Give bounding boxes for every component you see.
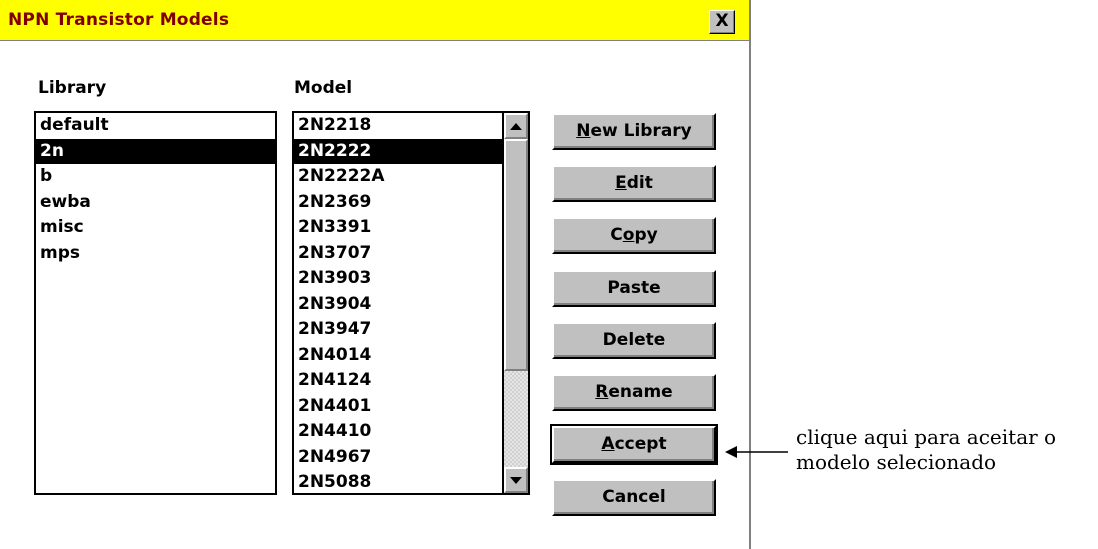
model-list-item[interactable]: 2N2222 xyxy=(294,138,528,164)
rename-label: ename xyxy=(608,382,673,402)
library-listbox[interactable]: default 2n b ewba misc mps xyxy=(34,111,277,495)
npn-transistor-models-dialog: NPN Transistor Models X Library Model de… xyxy=(0,0,751,549)
scroll-up-button[interactable] xyxy=(504,113,528,139)
model-list-item[interactable]: 2N4967 xyxy=(294,445,528,471)
left-arrow-icon xyxy=(725,446,788,458)
delete-button[interactable]: Delete xyxy=(552,322,716,359)
model-list-item[interactable]: 2N3904 xyxy=(294,292,528,318)
scroll-thumb[interactable] xyxy=(504,139,528,371)
dialog-title: NPN Transistor Models xyxy=(8,10,230,30)
library-list-item[interactable]: mps xyxy=(36,241,275,267)
model-list-item[interactable]: 2N3903 xyxy=(294,266,528,292)
close-icon: X xyxy=(715,11,729,31)
model-heading: Model xyxy=(294,78,353,98)
title-bar: NPN Transistor Models X xyxy=(0,0,749,41)
edit-label: dit xyxy=(626,173,653,193)
rename-button[interactable]: Rename xyxy=(552,374,716,411)
model-list-item[interactable]: 2N5088 xyxy=(294,470,528,493)
copy-mnemonic: o xyxy=(622,225,635,245)
copy-label-end: py xyxy=(634,225,658,245)
model-list-item[interactable]: 2N4401 xyxy=(294,394,528,420)
cancel-label: Cancel xyxy=(602,487,666,507)
model-list-item[interactable]: 2N2222A xyxy=(294,164,528,190)
delete-label: Delete xyxy=(602,330,666,350)
model-list-item[interactable]: 2N3947 xyxy=(294,317,528,343)
accept-button[interactable]: Accept xyxy=(550,424,718,465)
model-list-item[interactable]: 2N2369 xyxy=(294,190,528,216)
new-library-label: ew Library xyxy=(590,121,692,141)
model-list-items: 2N2218 2N2222 2N2222A 2N2369 2N3391 2N3707 2N3… xyxy=(294,113,528,493)
edit-mnemonic: E xyxy=(615,173,627,193)
scroll-down-arrow-icon xyxy=(510,476,522,484)
model-list-item[interactable]: 2N3391 xyxy=(294,215,528,241)
edit-button[interactable]: Edit xyxy=(552,165,716,202)
annotation-line-2: modelo selecionado xyxy=(796,450,997,474)
model-list-item[interactable]: 2N4124 xyxy=(294,368,528,394)
model-list-item[interactable]: 2N4410 xyxy=(294,419,528,445)
copy-button[interactable]: Copy xyxy=(552,217,716,254)
library-list-item[interactable]: ewba xyxy=(36,190,275,216)
model-list-item[interactable]: 2N4014 xyxy=(294,343,528,369)
library-list-item[interactable]: b xyxy=(36,164,275,190)
model-listbox[interactable]: 2N2218 2N2222 2N2222A 2N2369 2N3391 2N3707 2N3… xyxy=(292,111,530,495)
accept-label: ccept xyxy=(614,434,667,454)
library-list-item[interactable]: misc xyxy=(36,215,275,241)
scroll-up-arrow-icon xyxy=(510,122,522,130)
new-library-mnemonic: N xyxy=(576,121,591,141)
paste-button[interactable]: Paste xyxy=(552,270,716,307)
annotation-line-1: clique aqui para aceitar o xyxy=(796,425,1057,449)
new-library-button[interactable]: New Library xyxy=(552,113,716,150)
paste-label: Paste xyxy=(607,278,661,298)
library-heading: Library xyxy=(38,78,107,98)
close-button[interactable]: X xyxy=(709,10,735,34)
library-list-item[interactable]: default xyxy=(36,113,275,139)
accept-mnemonic: A xyxy=(601,434,615,454)
model-scrollbar[interactable] xyxy=(502,113,528,493)
model-list-item[interactable]: 2N2218 xyxy=(294,113,528,139)
annotation-text: clique aqui para aceitar o modelo seleci… xyxy=(796,425,1056,475)
scroll-down-button[interactable] xyxy=(504,467,528,493)
library-list-item[interactable]: 2n xyxy=(36,138,275,164)
rename-mnemonic: R xyxy=(595,382,609,402)
model-list-item[interactable]: 2N3707 xyxy=(294,241,528,267)
copy-label-start: C xyxy=(610,225,623,245)
cancel-button[interactable]: Cancel xyxy=(552,479,716,516)
